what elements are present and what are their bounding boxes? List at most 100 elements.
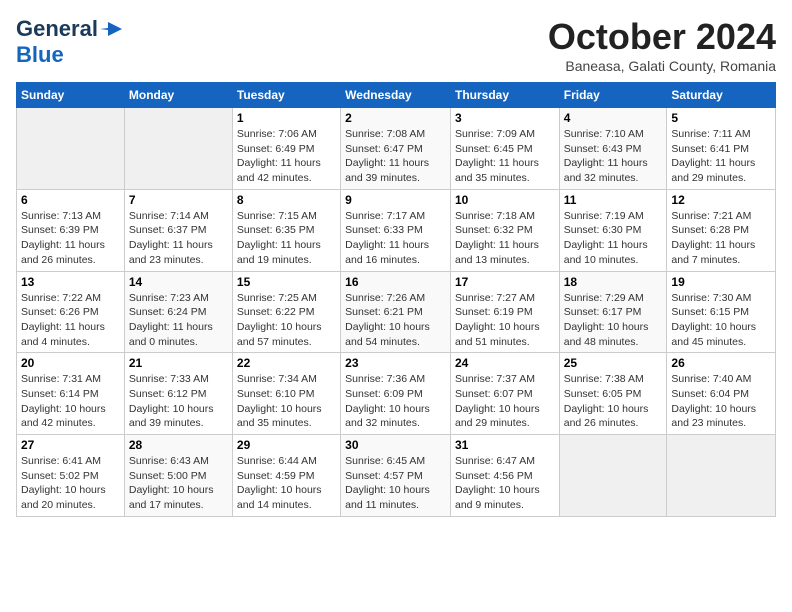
day-info: Sunrise: 7:14 AMSunset: 6:37 PMDaylight:… xyxy=(129,209,228,268)
day-cell: 31 Sunrise: 6:47 AMSunset: 4:56 PMDayligh… xyxy=(450,435,559,517)
day-number: 18 xyxy=(564,275,663,289)
day-cell: 5 Sunrise: 7:11 AMSunset: 6:41 PMDaylight… xyxy=(667,108,776,190)
day-number: 31 xyxy=(455,438,555,452)
week-row-4: 20 Sunrise: 7:31 AMSunset: 6:14 PMDayligh… xyxy=(17,353,776,435)
day-info: Sunrise: 6:41 AMSunset: 5:02 PMDaylight:… xyxy=(21,454,120,513)
day-number: 29 xyxy=(237,438,336,452)
day-info: Sunrise: 7:21 AMSunset: 6:28 PMDaylight:… xyxy=(671,209,771,268)
day-info: Sunrise: 7:06 AMSunset: 6:49 PMDaylight:… xyxy=(237,127,336,186)
day-cell: 16 Sunrise: 7:26 AMSunset: 6:21 PMDayligh… xyxy=(341,271,451,353)
day-number: 23 xyxy=(345,356,446,370)
day-info: Sunrise: 7:38 AMSunset: 6:05 PMDaylight:… xyxy=(564,372,663,431)
day-info: Sunrise: 7:19 AMSunset: 6:30 PMDaylight:… xyxy=(564,209,663,268)
day-number: 10 xyxy=(455,193,555,207)
header: General Blue October 2024 Baneasa, Galat… xyxy=(16,16,776,74)
day-number: 28 xyxy=(129,438,228,452)
day-cell: 29Sunrise: 6:44 AMSunset: 4:59 PMDayligh… xyxy=(232,435,340,517)
day-cell: 11 Sunrise: 7:19 AMSunset: 6:30 PMDayligh… xyxy=(559,189,667,271)
day-cell: 9 Sunrise: 7:17 AMSunset: 6:33 PMDaylight… xyxy=(341,189,451,271)
day-cell: 7 Sunrise: 7:14 AMSunset: 6:37 PMDaylight… xyxy=(124,189,232,271)
day-number: 26 xyxy=(671,356,771,370)
day-number: 5 xyxy=(671,111,771,125)
day-cell: 13Sunrise: 7:22 AMSunset: 6:26 PMDayligh… xyxy=(17,271,125,353)
day-cell: 21Sunrise: 7:33 AMSunset: 6:12 PMDayligh… xyxy=(124,353,232,435)
day-info: Sunrise: 7:25 AMSunset: 6:22 PMDaylight:… xyxy=(237,291,336,350)
day-cell: 2 Sunrise: 7:08 AMSunset: 6:47 PMDaylight… xyxy=(341,108,451,190)
day-number: 21 xyxy=(129,356,228,370)
day-number: 25 xyxy=(564,356,663,370)
day-cell: 19 Sunrise: 7:30 AMSunset: 6:15 PMDayligh… xyxy=(667,271,776,353)
day-number: 1 xyxy=(237,111,336,125)
day-cell: 4 Sunrise: 7:10 AMSunset: 6:43 PMDaylight… xyxy=(559,108,667,190)
day-cell: 10 Sunrise: 7:18 AMSunset: 6:32 PMDayligh… xyxy=(450,189,559,271)
day-cell: 28 Sunrise: 6:43 AMSunset: 5:00 PMDayligh… xyxy=(124,435,232,517)
day-info: Sunrise: 7:26 AMSunset: 6:21 PMDaylight:… xyxy=(345,291,446,350)
day-info: Sunrise: 7:27 AMSunset: 6:19 PMDaylight:… xyxy=(455,291,555,350)
day-cell: 27Sunrise: 6:41 AMSunset: 5:02 PMDayligh… xyxy=(17,435,125,517)
day-number: 6 xyxy=(21,193,120,207)
day-cell: 15 Sunrise: 7:25 AMSunset: 6:22 PMDayligh… xyxy=(232,271,340,353)
day-number: 2 xyxy=(345,111,446,125)
header-monday: Monday xyxy=(124,83,232,108)
day-cell: 8 Sunrise: 7:15 AMSunset: 6:35 PMDaylight… xyxy=(232,189,340,271)
week-row-1: 1 Sunrise: 7:06 AMSunset: 6:49 PMDaylight… xyxy=(17,108,776,190)
day-cell xyxy=(124,108,232,190)
day-info: Sunrise: 7:34 AMSunset: 6:10 PMDaylight:… xyxy=(237,372,336,431)
day-number: 12 xyxy=(671,193,771,207)
day-number: 16 xyxy=(345,275,446,289)
day-cell: 12 Sunrise: 7:21 AMSunset: 6:28 PMDayligh… xyxy=(667,189,776,271)
day-cell: 3 Sunrise: 7:09 AMSunset: 6:45 PMDaylight… xyxy=(450,108,559,190)
day-info: Sunrise: 7:09 AMSunset: 6:45 PMDaylight:… xyxy=(455,127,555,186)
day-info: Sunrise: 7:15 AMSunset: 6:35 PMDaylight:… xyxy=(237,209,336,268)
day-info: Sunrise: 7:22 AMSunset: 6:26 PMDaylight:… xyxy=(21,291,120,350)
logo-general: General xyxy=(16,16,98,42)
day-number: 9 xyxy=(345,193,446,207)
day-info: Sunrise: 7:36 AMSunset: 6:09 PMDaylight:… xyxy=(345,372,446,431)
week-row-5: 27Sunrise: 6:41 AMSunset: 5:02 PMDayligh… xyxy=(17,435,776,517)
calendar-header-row: SundayMondayTuesdayWednesdayThursdayFrid… xyxy=(17,83,776,108)
week-row-2: 6 Sunrise: 7:13 AMSunset: 6:39 PMDaylight… xyxy=(17,189,776,271)
day-cell: 17 Sunrise: 7:27 AMSunset: 6:19 PMDayligh… xyxy=(450,271,559,353)
day-cell: 30Sunrise: 6:45 AMSunset: 4:57 PMDayligh… xyxy=(341,435,451,517)
logo-bird-icon xyxy=(100,20,122,38)
title-area: October 2024 Baneasa, Galati County, Rom… xyxy=(548,16,776,74)
day-number: 7 xyxy=(129,193,228,207)
day-info: Sunrise: 6:43 AMSunset: 5:00 PMDaylight:… xyxy=(129,454,228,513)
day-info: Sunrise: 7:08 AMSunset: 6:47 PMDaylight:… xyxy=(345,127,446,186)
day-info: Sunrise: 7:18 AMSunset: 6:32 PMDaylight:… xyxy=(455,209,555,268)
location-title: Baneasa, Galati County, Romania xyxy=(548,58,776,74)
logo-blue: Blue xyxy=(16,42,64,67)
day-info: Sunrise: 7:31 AMSunset: 6:14 PMDaylight:… xyxy=(21,372,120,431)
day-number: 15 xyxy=(237,275,336,289)
day-info: Sunrise: 6:45 AMSunset: 4:57 PMDaylight:… xyxy=(345,454,446,513)
day-info: Sunrise: 7:13 AMSunset: 6:39 PMDaylight:… xyxy=(21,209,120,268)
day-info: Sunrise: 7:30 AMSunset: 6:15 PMDaylight:… xyxy=(671,291,771,350)
day-number: 19 xyxy=(671,275,771,289)
day-number: 4 xyxy=(564,111,663,125)
day-info: Sunrise: 7:23 AMSunset: 6:24 PMDaylight:… xyxy=(129,291,228,350)
header-tuesday: Tuesday xyxy=(232,83,340,108)
day-number: 20 xyxy=(21,356,120,370)
day-cell: 14Sunrise: 7:23 AMSunset: 6:24 PMDayligh… xyxy=(124,271,232,353)
day-number: 3 xyxy=(455,111,555,125)
day-info: Sunrise: 7:10 AMSunset: 6:43 PMDaylight:… xyxy=(564,127,663,186)
day-number: 8 xyxy=(237,193,336,207)
header-sunday: Sunday xyxy=(17,83,125,108)
day-info: Sunrise: 6:47 AMSunset: 4:56 PMDaylight:… xyxy=(455,454,555,513)
header-thursday: Thursday xyxy=(450,83,559,108)
day-cell xyxy=(17,108,125,190)
day-number: 17 xyxy=(455,275,555,289)
month-title: October 2024 xyxy=(548,16,776,58)
day-number: 11 xyxy=(564,193,663,207)
day-cell: 26 Sunrise: 7:40 AMSunset: 6:04 PMDayligh… xyxy=(667,353,776,435)
day-cell: 23 Sunrise: 7:36 AMSunset: 6:09 PMDayligh… xyxy=(341,353,451,435)
day-cell: 18Sunrise: 7:29 AMSunset: 6:17 PMDayligh… xyxy=(559,271,667,353)
day-info: Sunrise: 7:37 AMSunset: 6:07 PMDaylight:… xyxy=(455,372,555,431)
day-cell xyxy=(667,435,776,517)
day-info: Sunrise: 7:17 AMSunset: 6:33 PMDaylight:… xyxy=(345,209,446,268)
day-info: Sunrise: 7:11 AMSunset: 6:41 PMDaylight:… xyxy=(671,127,771,186)
day-number: 22 xyxy=(237,356,336,370)
day-cell: 22 Sunrise: 7:34 AMSunset: 6:10 PMDayligh… xyxy=(232,353,340,435)
week-row-3: 13Sunrise: 7:22 AMSunset: 6:26 PMDayligh… xyxy=(17,271,776,353)
day-info: Sunrise: 7:40 AMSunset: 6:04 PMDaylight:… xyxy=(671,372,771,431)
